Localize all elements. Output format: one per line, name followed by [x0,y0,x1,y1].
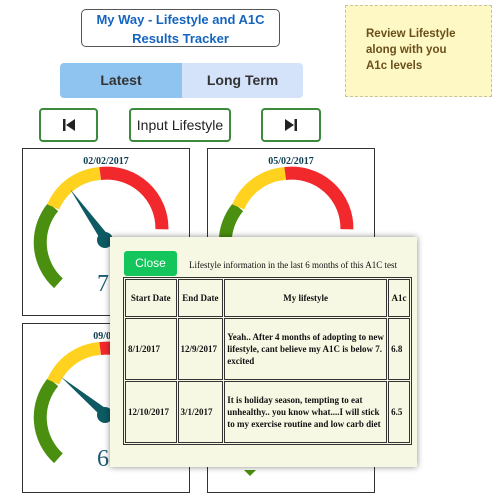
table-header-row: Start Date End Date My lifestyle A1c [125,279,410,317]
lifestyle-modal: Close Lifestyle information in the last … [110,237,417,467]
column-header-end-date: End Date [177,279,224,317]
app-title-line1: My Way - Lifestyle and A1C [96,12,265,27]
tab-long-term[interactable]: Long Term [182,63,303,98]
tab-latest[interactable]: Latest [60,63,182,98]
app-title-line2: Results Tracker [132,31,229,46]
column-header-start-date: Start Date [125,279,177,317]
sticky-note-line1: Review Lifestyle [366,28,456,40]
sticky-note-line3: A1c levels [366,60,423,72]
next-button[interactable] [261,108,321,142]
gauge-marker [244,470,256,476]
cell-lifestyle: It is holiday season, tempting to eat un… [224,381,388,443]
cell-end-date: 3/1/2017 [177,381,224,443]
cell-start-date: 8/1/2017 [125,318,177,380]
close-button[interactable]: Close [124,251,177,276]
cell-a1c: 6.5 [388,381,410,443]
column-header-a1c: A1c [388,279,410,317]
sticky-note: Review Lifestyle along with you A1c leve… [345,5,492,97]
modal-caption: Lifestyle information in the last 6 mont… [189,260,397,270]
lifestyle-table: Start Date End Date My lifestyle A1c 8/1… [123,277,412,445]
cell-end-date: 12/9/2017 [177,318,224,380]
sticky-note-line2: along with you [366,44,447,56]
cell-a1c: 6.8 [388,318,410,380]
app-title: My Way - Lifestyle and A1C Results Track… [81,9,280,47]
cell-start-date: 12/10/2017 [125,381,177,443]
column-header-lifestyle: My lifestyle [224,279,388,317]
skip-previous-icon [62,119,75,131]
cell-lifestyle: Yeah.. After 4 months of adopting to new… [224,318,388,380]
table-row: 12/10/2017 3/1/2017 It is holiday season… [125,381,410,443]
table-row: 8/1/2017 12/9/2017 Yeah.. After 4 months… [125,318,410,380]
skip-next-icon [285,119,297,131]
previous-button[interactable] [39,108,98,142]
input-lifestyle-button[interactable]: Input Lifestyle [129,108,231,142]
